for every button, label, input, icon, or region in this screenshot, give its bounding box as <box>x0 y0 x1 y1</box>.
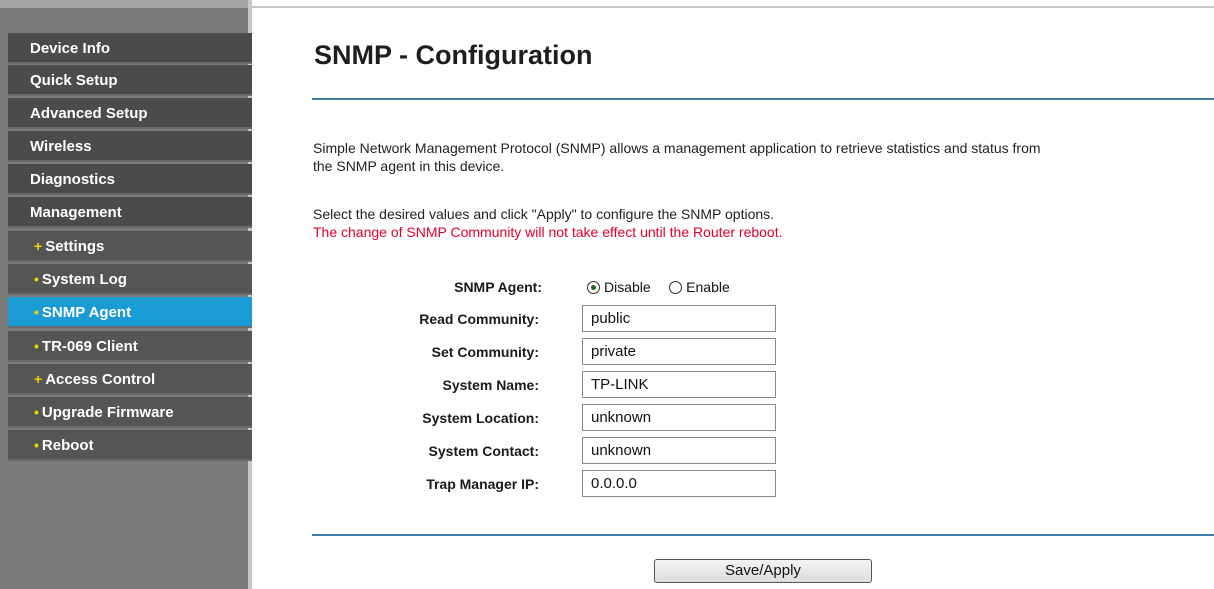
form-divider <box>312 534 1214 536</box>
sidebar-top-strip <box>0 0 248 8</box>
set-community-input[interactable]: private <box>582 338 776 365</box>
radio-disable-option[interactable]: Disable <box>587 279 655 296</box>
read-community-input[interactable]: public <box>582 305 776 332</box>
dot-bullet-icon: • <box>34 271 39 287</box>
sidebar-item-label: SNMP Agent <box>41 304 132 321</box>
sidebar-item-snmp-agent[interactable]: • SNMP Agent <box>8 297 252 328</box>
radio-disable[interactable] <box>587 281 600 294</box>
sidebar-item-label: Upgrade Firmware <box>41 404 174 421</box>
sidebar-item-access-control[interactable]: + Access Control <box>8 364 252 395</box>
snmp-agent-radio-group: Disable Enable <box>587 279 730 297</box>
sidebar-item-label: Settings <box>45 238 105 255</box>
read-community-label: Read Community: <box>419 311 539 327</box>
sidebar-item-diagnostics[interactable]: Diagnostics <box>8 164 252 195</box>
sidebar-item-label: Wireless <box>30 138 92 155</box>
sidebar-item-settings[interactable]: + Settings <box>8 231 252 262</box>
trap-manager-ip-input[interactable]: 0.0.0.0 <box>582 470 776 497</box>
sidebar-item-label: Management <box>30 204 122 221</box>
system-contact-label: System Contact: <box>428 443 539 459</box>
sidebar-item-upgrade-firmware[interactable]: • Upgrade Firmware <box>8 397 252 428</box>
radio-disable-label: Disable <box>604 279 651 295</box>
sidebar-item-label: Device Info <box>30 40 111 57</box>
sidebar-item-label: Quick Setup <box>30 72 118 89</box>
sidebar-item-system-log[interactable]: • System Log <box>8 264 252 295</box>
save-apply-button[interactable]: Save/Apply <box>654 559 872 583</box>
system-location-input[interactable]: unknown <box>582 404 776 431</box>
sidebar-item-reboot[interactable]: • Reboot <box>8 430 252 461</box>
warning-text: The change of SNMP Community will not ta… <box>313 224 783 240</box>
sidebar-item-quick-setup[interactable]: Quick Setup <box>8 65 252 96</box>
sidebar-item-label: System Log <box>41 271 127 288</box>
instruction-text: Select the desired values and click "App… <box>313 206 775 222</box>
set-community-label: Set Community: <box>431 344 539 360</box>
radio-enable[interactable] <box>669 281 683 294</box>
page-title: SNMP - Configuration <box>314 40 593 70</box>
sidebar-item-tr069-client[interactable]: • TR-069 Client <box>8 331 252 362</box>
system-name-label: System Name: <box>442 377 540 393</box>
system-location-label: System Location: <box>422 410 539 426</box>
sidebar-item-advanced-setup[interactable]: Advanced Setup <box>8 98 252 129</box>
radio-enable-label: Enable <box>686 279 730 295</box>
plus-bullet-icon: + <box>34 371 43 387</box>
top-divider <box>252 6 1214 8</box>
radio-enable-option[interactable]: Enable <box>669 279 730 296</box>
dot-bullet-icon: • <box>34 404 39 420</box>
sidebar-item-label: Reboot <box>41 437 94 454</box>
description-line-2: the SNMP agent in this device. <box>313 158 505 174</box>
system-name-input[interactable]: TP-LINK <box>582 371 776 398</box>
sidebar-item-label: Advanced Setup <box>30 105 148 122</box>
dot-bullet-icon: • <box>34 338 39 354</box>
sidebar-item-label: Access Control <box>45 371 156 388</box>
sidebar-item-label: Diagnostics <box>30 171 116 188</box>
description-line-1: Simple Network Management Protocol (SNMP… <box>313 140 1041 156</box>
sidebar: Device Info Quick Setup Advanced Setup W… <box>0 0 252 589</box>
sidebar-item-device-info[interactable]: Device Info <box>8 33 252 64</box>
plus-bullet-icon: + <box>34 238 43 254</box>
trap-manager-ip-label: Trap Manager IP: <box>426 476 539 492</box>
dot-bullet-icon: • <box>34 304 39 320</box>
title-divider <box>312 98 1214 100</box>
sidebar-item-management[interactable]: Management <box>8 197 252 228</box>
main-content: SNMP - Configuration Simple Network Mana… <box>252 0 1214 589</box>
snmp-agent-label: SNMP Agent: <box>454 279 542 295</box>
dot-bullet-icon: • <box>34 437 39 453</box>
sidebar-item-label: TR-069 Client <box>41 338 138 355</box>
system-contact-input[interactable]: unknown <box>582 437 776 464</box>
sidebar-item-wireless[interactable]: Wireless <box>8 131 252 162</box>
